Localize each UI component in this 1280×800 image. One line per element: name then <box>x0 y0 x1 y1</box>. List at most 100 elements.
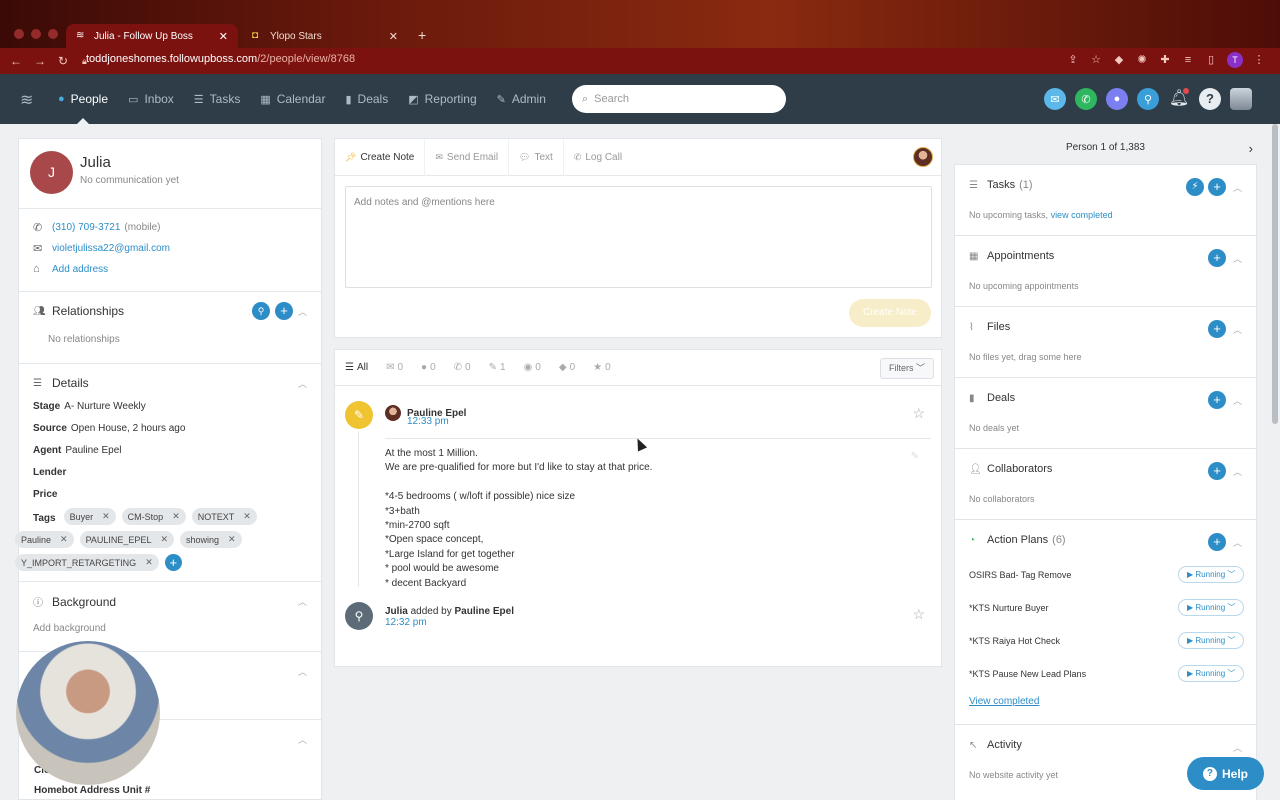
filter-tab-text[interactable]: ● 0 <box>421 362 436 373</box>
tag[interactable]: Pauline ✕ <box>15 531 74 548</box>
plan-status-dropdown[interactable]: ▶ Running ﹀ <box>1178 599 1244 616</box>
remove-tag-icon[interactable]: ✕ <box>243 511 251 522</box>
tag[interactable]: PAULINE_EPEL ✕ <box>79 531 174 548</box>
chevron-up-icon[interactable]: ︿ <box>1233 465 1242 478</box>
email-icon[interactable]: ✉ <box>1044 88 1066 110</box>
detail-agent[interactable]: Agent Pauline Epel <box>33 445 307 456</box>
browser-tab-ylopo[interactable]: ◘ Ylopo Stars ✕ <box>242 24 408 48</box>
remove-tag-icon[interactable]: ✕ <box>145 557 153 568</box>
view-completed-link[interactable]: view completed <box>1051 210 1113 220</box>
tab-send-email[interactable]: ✉ Send Email <box>425 138 510 176</box>
person-avatar[interactable]: J <box>30 151 73 194</box>
filter-tab-drops[interactable]: ◆ 0 <box>559 362 575 373</box>
detail-lender[interactable]: Lender <box>33 467 307 478</box>
phone-link[interactable]: (310) 709-3721 <box>52 222 120 233</box>
help-icon[interactable]: ? <box>1199 88 1221 110</box>
puzzle-icon[interactable]: ✚ <box>1158 53 1172 67</box>
chevron-right-icon[interactable]: › <box>1249 141 1253 156</box>
card-header[interactable]: ☰ Tasks (1) <box>969 179 1033 191</box>
chevron-up-icon[interactable]: ︿ <box>298 305 307 318</box>
remove-tag-icon[interactable]: ✕ <box>60 534 68 545</box>
browser-tab-followupboss[interactable]: ≋ Julia - Follow Up Boss ✕ <box>66 24 238 48</box>
new-tab-icon[interactable]: + <box>418 27 426 43</box>
note-input[interactable] <box>354 197 923 277</box>
note-input-box[interactable] <box>345 186 932 288</box>
call-routing-icon[interactable]: ⚲ <box>1137 88 1159 110</box>
search-box[interactable]: ⌕ <box>572 85 786 113</box>
chat-icon[interactable]: ● <box>1106 88 1128 110</box>
filter-tab-calls[interactable]: ✆ 0 <box>454 362 471 373</box>
bookmark-star-icon[interactable]: ☆ <box>1089 53 1103 67</box>
email-link[interactable]: violetjulissa22@gmail.com <box>52 243 170 254</box>
nav-admin[interactable]: ✎ Admin <box>497 74 546 124</box>
extension-icon[interactable]: ◆ <box>1112 53 1126 67</box>
tag[interactable]: Y_IMPORT_RETARGETING ✕ <box>15 554 159 571</box>
share-icon[interactable]: ⇪ <box>1066 53 1080 67</box>
view-completed-link[interactable]: View completed <box>969 696 1039 707</box>
nav-deals[interactable]: ▮ Deals <box>345 74 388 124</box>
nav-tasks[interactable]: ☰ Tasks <box>194 74 241 124</box>
filter-tab-email[interactable]: ✉ 0 <box>386 362 403 373</box>
chevron-up-icon[interactable]: ︿ <box>1233 181 1242 194</box>
add-task-button[interactable]: + <box>1208 178 1226 196</box>
add-deal-button[interactable]: + <box>1208 391 1226 409</box>
add-tag-button[interactable]: + <box>164 554 182 571</box>
add-background-link[interactable]: Add background <box>33 623 307 634</box>
detail-source[interactable]: Source Open House, 2 hours ago <box>33 423 307 434</box>
reload-icon[interactable]: ↻ <box>58 54 72 68</box>
bell-icon[interactable]: 🔔︎ <box>1168 88 1190 110</box>
chevron-up-icon[interactable]: ︿ <box>1233 741 1242 754</box>
chevron-up-icon[interactable]: ︿ <box>1233 323 1242 336</box>
extension-icon[interactable]: ✺ <box>1135 53 1149 67</box>
tag[interactable]: Buyer ✕ <box>63 508 116 525</box>
chevron-up-icon[interactable]: ︿ <box>298 665 307 678</box>
merge-icon[interactable]: ⚲ <box>252 302 270 320</box>
add-file-button[interactable]: + <box>1208 320 1226 338</box>
tab-create-note[interactable]: 📌︎ Create Note <box>335 138 426 176</box>
detail-stage[interactable]: Stage A- Nurture Weekly <box>33 401 307 412</box>
help-button[interactable]: ? Help <box>1187 757 1264 790</box>
menu-icon[interactable]: ⋮ <box>1252 53 1266 67</box>
tag[interactable]: showing ✕ <box>180 531 242 548</box>
remove-tag-icon[interactable]: ✕ <box>102 511 110 522</box>
filter-tab-starred[interactable]: ★ 0 <box>593 362 611 373</box>
fub-logo-icon[interactable]: ≋ <box>20 90 38 109</box>
note-time[interactable]: 12:33 pm <box>407 416 449 427</box>
close-icon[interactable]: ✕ <box>219 30 228 43</box>
tab-log-call[interactable]: ✆ Log Call <box>564 139 632 176</box>
add-relationship-button[interactable]: + <box>275 302 293 320</box>
remove-tag-icon[interactable]: ✕ <box>228 534 236 545</box>
window-controls[interactable] <box>14 29 58 39</box>
user-avatar[interactable] <box>1230 88 1252 110</box>
back-icon[interactable]: ← <box>10 54 24 68</box>
agent-avatar[interactable] <box>913 147 933 167</box>
plan-status-dropdown[interactable]: ▶ Running ﹀ <box>1178 566 1244 583</box>
chevron-up-icon[interactable]: ︿ <box>1233 536 1242 549</box>
remove-tag-icon[interactable]: ✕ <box>172 511 180 522</box>
nav-inbox[interactable]: ▭ Inbox <box>128 74 174 124</box>
star-icon[interactable]: ☆ <box>912 606 925 623</box>
plan-name[interactable]: *KTS Raiya Hot Check <box>969 636 1060 646</box>
remove-tag-icon[interactable]: ✕ <box>160 534 168 545</box>
agent-name[interactable]: Pauline Epel <box>455 606 514 617</box>
star-icon[interactable]: ☆ <box>912 405 925 422</box>
close-icon[interactable]: ✕ <box>389 30 398 43</box>
nav-people[interactable]: ● People <box>58 74 108 124</box>
added-time[interactable]: 12:32 pm <box>385 617 427 628</box>
url-text[interactable]: toddjoneshomes.followupboss.com/2/people… <box>86 53 355 65</box>
scrollbar[interactable] <box>1272 124 1278 424</box>
lightning-icon[interactable]: ⚡︎ <box>1186 178 1204 196</box>
search-input[interactable] <box>594 93 765 105</box>
nav-calendar[interactable]: ▦ Calendar <box>260 74 325 124</box>
tag[interactable]: CM-Stop ✕ <box>121 508 186 525</box>
card-header[interactable]: ▮ Deals <box>969 392 1015 404</box>
chevron-up-icon[interactable]: ︿ <box>298 733 307 746</box>
tab-text[interactable]: 💬︎ Text <box>509 138 564 176</box>
plan-status-dropdown[interactable]: ▶ Running ﹀ <box>1178 665 1244 682</box>
plan-name[interactable]: *KTS Nurture Buyer <box>969 603 1049 613</box>
chevron-up-icon[interactable]: ︿ <box>298 377 307 390</box>
card-header[interactable]: ▦ Appointments <box>969 250 1054 262</box>
phone-icon[interactable]: ✆ <box>1075 88 1097 110</box>
edit-icon[interactable]: ✎ <box>911 451 919 462</box>
filter-tab-notes[interactable]: ✎ 1 <box>489 362 506 373</box>
